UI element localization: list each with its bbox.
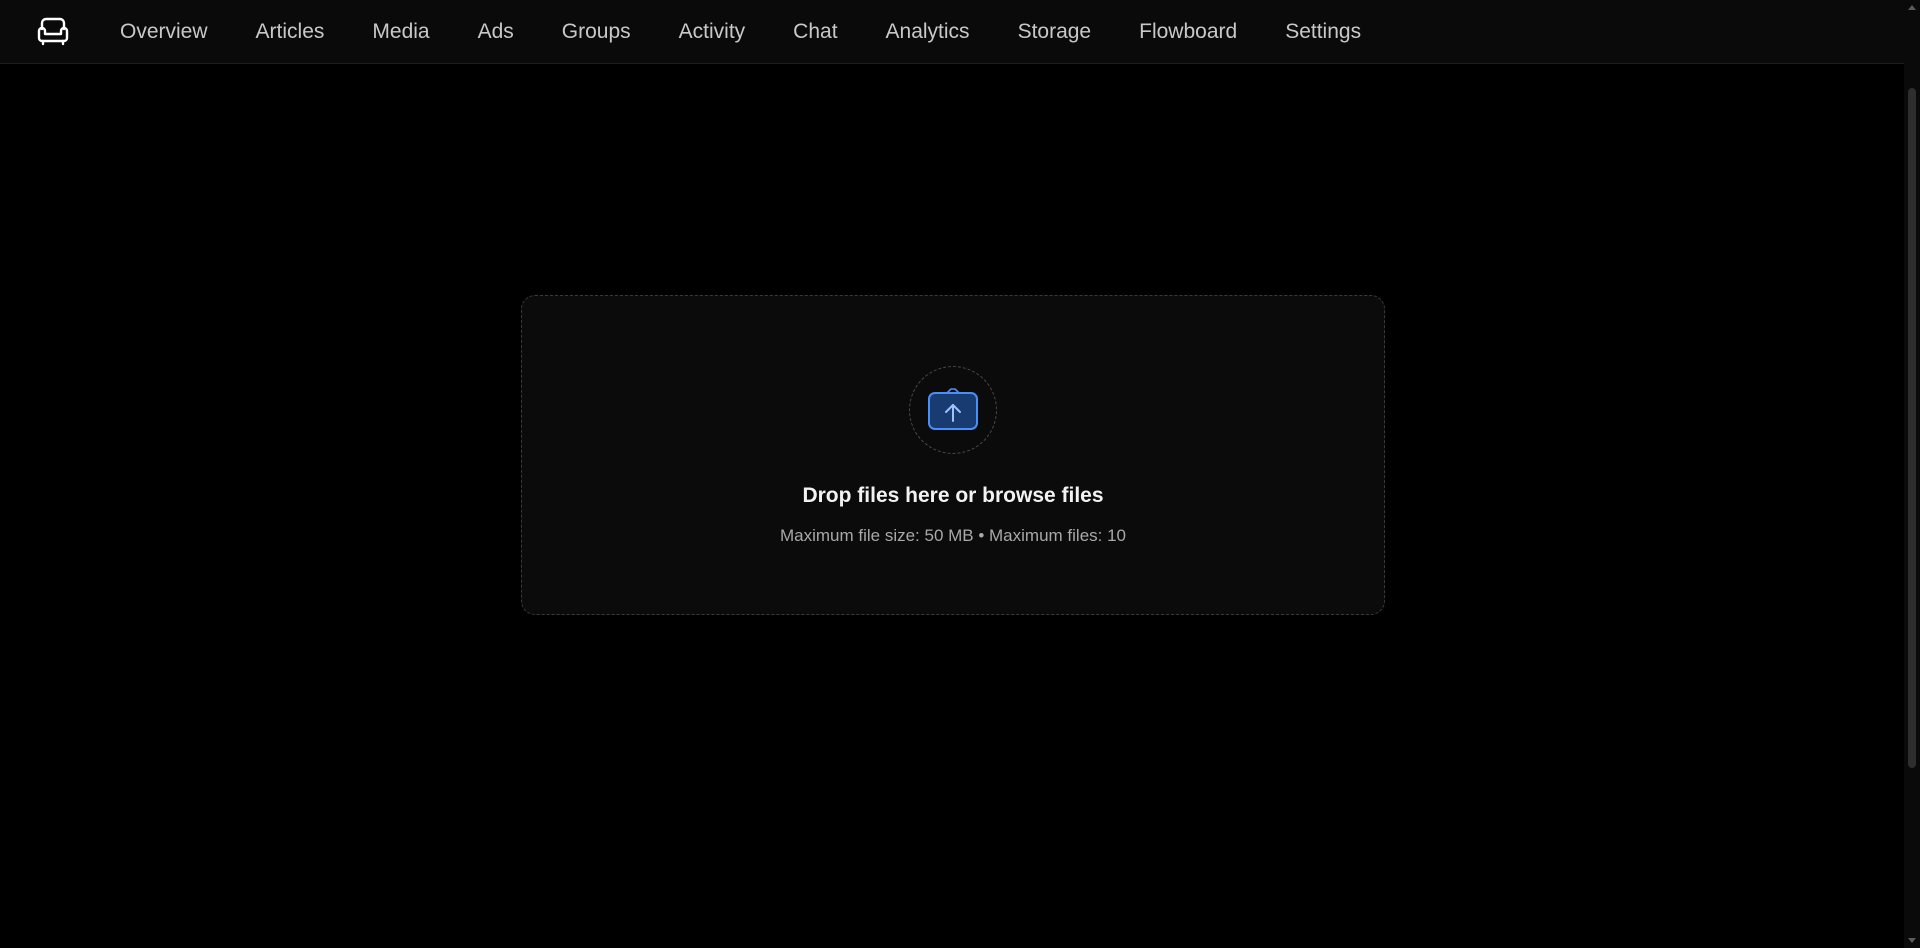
top-navigation-bar: Overview Articles Media Ads Groups Activ… (0, 0, 1904, 64)
nav-item-articles[interactable]: Articles (232, 0, 349, 64)
nav-item-overview[interactable]: Overview (96, 0, 232, 64)
file-dropzone[interactable]: Drop files here or browse files Maximum … (521, 295, 1385, 615)
nav-item-chat[interactable]: Chat (769, 0, 861, 64)
nav-item-flowboard[interactable]: Flowboard (1115, 0, 1261, 64)
nav-item-ads[interactable]: Ads (454, 0, 538, 64)
nav-item-storage[interactable]: Storage (994, 0, 1116, 64)
main-nav: Overview Articles Media Ads Groups Activ… (96, 0, 1385, 64)
dropzone-title[interactable]: Drop files here or browse files (522, 484, 1384, 508)
nav-item-media[interactable]: Media (348, 0, 453, 64)
nav-item-settings[interactable]: Settings (1261, 0, 1385, 64)
nav-item-analytics[interactable]: Analytics (862, 0, 994, 64)
dropzone-limits: Maximum file size: 50 MB • Maximum files… (779, 526, 1127, 545)
nav-item-activity[interactable]: Activity (655, 0, 770, 64)
sofa-icon[interactable] (36, 16, 70, 46)
scroll-down-arrow-icon[interactable] (1908, 938, 1916, 943)
nav-item-groups[interactable]: Groups (538, 0, 655, 64)
folder-upload-icon (927, 385, 979, 436)
upload-icon-ring (909, 366, 997, 454)
scroll-up-arrow-icon[interactable] (1908, 5, 1916, 10)
page-scrollbar[interactable] (1904, 0, 1920, 948)
scrollbar-thumb[interactable] (1908, 88, 1916, 768)
